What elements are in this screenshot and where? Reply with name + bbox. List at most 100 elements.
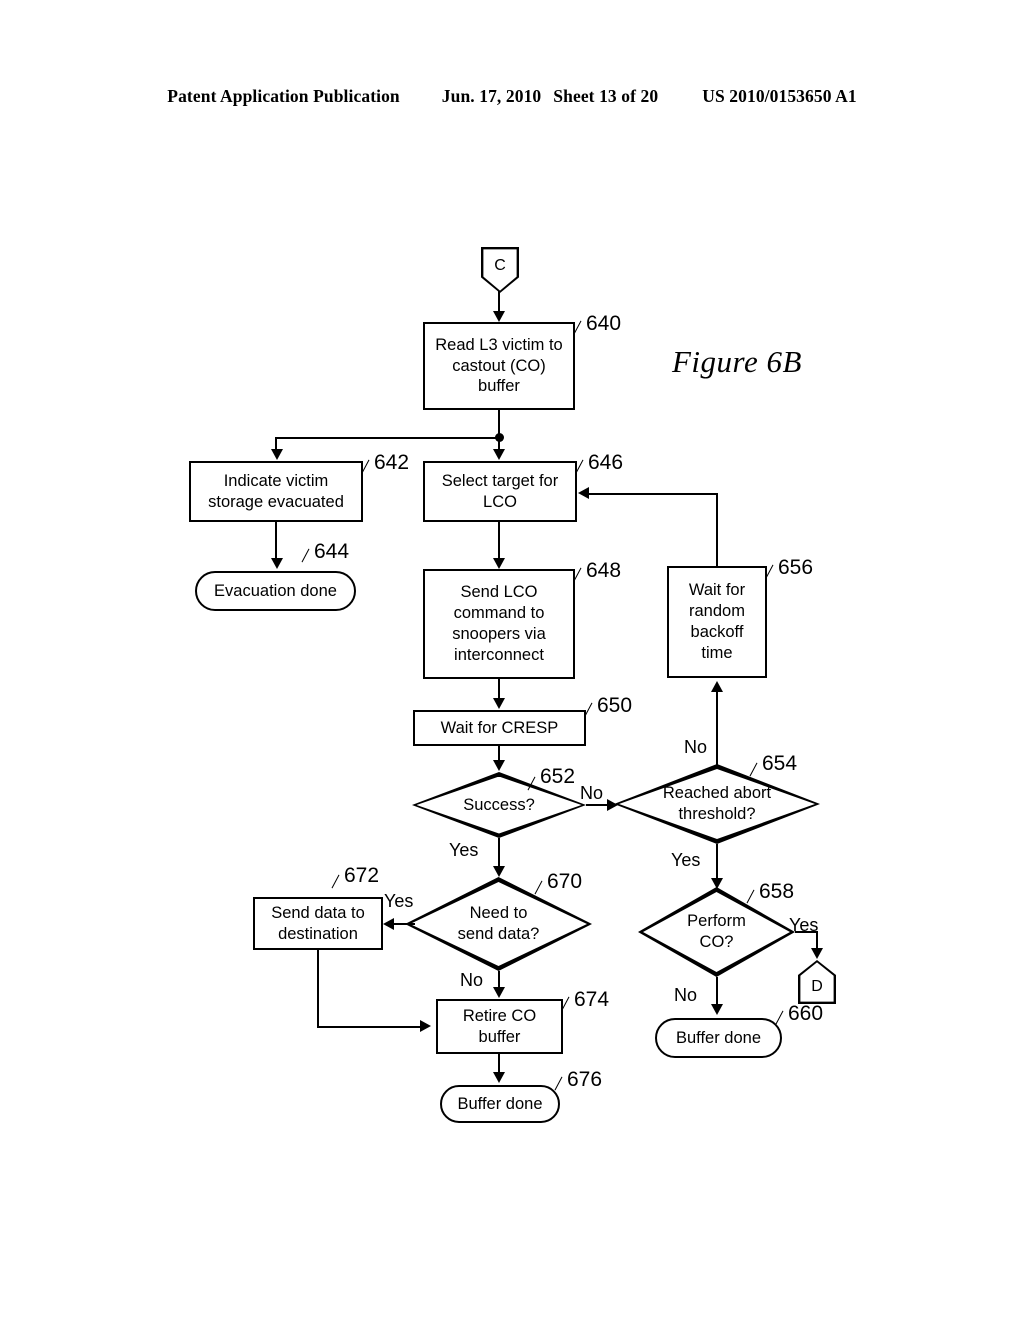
edge-656-to-646-arrow xyxy=(578,487,589,499)
node-644-evacuation-done: Evacuation done xyxy=(195,571,356,611)
node-650-label: Wait for CRESP xyxy=(440,718,559,737)
node-640-line-3: buffer xyxy=(478,377,520,396)
edge-c-to-640-line xyxy=(498,291,501,313)
page-header: Patent Application Publication Jun. 17, 2… xyxy=(0,86,1024,107)
node-660-label: Buffer done xyxy=(675,1028,761,1047)
edge-674-to-676-arrow xyxy=(492,1072,505,1083)
branch-652-yes-label: Yes xyxy=(449,840,479,860)
edge-646-to-648-line xyxy=(498,522,501,560)
node-672-line-2: destination xyxy=(278,924,358,943)
edge-654-to-656-arrow xyxy=(710,681,723,692)
edge-672-to-674-horizontal xyxy=(317,1025,421,1028)
node-646-line-2: LCO xyxy=(483,492,517,511)
ref-660: 660 xyxy=(788,1002,824,1025)
node-674-line-1: Retire CO xyxy=(462,1006,537,1025)
node-646-label: Select target for LCO xyxy=(438,471,562,513)
node-640-label: Read L3 victim to castout (CO) buffer xyxy=(431,335,566,397)
node-646-line-1: Select target for xyxy=(441,471,559,490)
edge-640-to-642-horizontal xyxy=(275,436,500,439)
node-670-line-2: send data? xyxy=(457,925,540,943)
ref-670: 670 xyxy=(547,870,583,893)
header-patent-number: US 2010/0153650 A1 xyxy=(702,86,857,106)
node-656-line-1: Wait for xyxy=(688,581,746,600)
node-642-indicate-victim-storage-evacuated: Indicate victim storage evacuated xyxy=(189,461,363,522)
connector-d: D xyxy=(798,960,836,1004)
ref-640: 640 xyxy=(586,312,622,335)
edge-658-to-d-arrow xyxy=(810,948,823,959)
node-656-line-4: time xyxy=(701,643,733,662)
node-658-line-1: Perform xyxy=(687,912,746,931)
node-648-line-4: interconnect xyxy=(454,645,544,664)
node-658-line-2: CO? xyxy=(699,933,734,951)
node-648-line-2: command to xyxy=(453,604,545,623)
edge-658-to-660-arrow xyxy=(710,1004,723,1015)
node-650-wait-for-cresp: Wait for CRESP xyxy=(413,710,586,746)
node-648-line-3: snoopers via xyxy=(452,625,546,643)
node-652-label: Success? xyxy=(463,795,535,814)
ref-644: 644 xyxy=(314,540,350,563)
edge-672-to-674-arrow xyxy=(420,1020,431,1032)
branch-670-yes-label: Yes xyxy=(384,891,414,911)
edge-658-to-660-line xyxy=(716,977,719,1006)
edge-642-to-644-line xyxy=(275,522,278,560)
node-654-line-2: threshold? xyxy=(678,805,756,823)
ref-672: 672 xyxy=(344,864,380,887)
node-672-label: Send data to destination xyxy=(267,903,369,945)
node-660-buffer-done: Buffer done xyxy=(655,1018,782,1058)
node-674-retire-co-buffer: Retire CO buffer xyxy=(436,999,563,1054)
node-646-select-target-for-lco: Select target for LCO xyxy=(423,461,577,522)
node-656-line-3: backoff xyxy=(690,623,744,641)
branch-658-no-label: No xyxy=(674,985,698,1005)
ref-652: 652 xyxy=(540,765,576,788)
ref-646: 646 xyxy=(588,451,624,474)
header-sheet: Sheet 13 of 20 xyxy=(553,86,659,106)
node-656-line-2: random xyxy=(689,602,745,621)
edge-670-to-672-line xyxy=(394,922,415,926)
node-658-label: Perform CO? xyxy=(687,911,746,953)
branch-654-no-label: No xyxy=(684,737,708,757)
edge-654-to-658-line xyxy=(716,844,719,882)
edge-658-to-d-horizontal xyxy=(795,931,818,934)
ref-676: 676 xyxy=(567,1068,603,1091)
edge-656-to-646-horizontal xyxy=(589,492,718,495)
edge-c-to-640-arrow xyxy=(492,311,505,322)
edge-670-to-672-arrow xyxy=(383,917,394,930)
edge-654-to-656-line xyxy=(716,690,719,766)
connector-c: C xyxy=(481,247,519,293)
edge-672-to-674-vertical xyxy=(317,950,320,1027)
patent-figure-page: Patent Application Publication Jun. 17, 2… xyxy=(0,0,1024,1320)
header-date: Jun. 17, 2010 xyxy=(441,86,542,106)
header-publication: Patent Application Publication xyxy=(167,86,400,106)
ref-656: 656 xyxy=(778,556,814,579)
node-648-send-lco-command: Send LCO command to snoopers via interco… xyxy=(423,569,575,679)
node-676-label: Buffer done xyxy=(457,1094,543,1113)
node-656-wait-for-random-backoff: Wait for random backoff time xyxy=(667,566,767,678)
connector-d-label: D xyxy=(811,977,823,995)
node-674-label: Retire CO buffer xyxy=(459,1006,540,1048)
ref-658: 658 xyxy=(759,880,795,903)
node-640-line-2: castout (CO) xyxy=(452,356,546,375)
node-642-line-2: storage evacuated xyxy=(208,492,344,511)
node-654-line-1: Reached abort xyxy=(662,784,772,803)
node-648-line-1: Send LCO xyxy=(460,583,538,602)
ref-648: 648 xyxy=(586,559,622,582)
edge-652-to-654-line xyxy=(586,803,609,807)
node-676-buffer-done: Buffer done xyxy=(440,1085,560,1123)
node-672-send-data-to-destination: Send data to destination xyxy=(253,897,383,950)
edge-674-to-676-line xyxy=(498,1054,501,1074)
figure-caption: Figure 6B xyxy=(672,344,802,379)
node-640-read-l3-victim: Read L3 victim to castout (CO) buffer xyxy=(423,322,575,410)
node-674-line-2: buffer xyxy=(478,1027,521,1046)
node-670-label: Need to send data? xyxy=(458,903,540,945)
node-648-label: Send LCO command to snoopers via interco… xyxy=(448,582,550,665)
node-654-reached-abort-threshold-decision: Reached abort threshold? xyxy=(614,764,820,844)
edge-670-to-674-arrow xyxy=(492,987,505,998)
edge-652-to-670-arrow xyxy=(492,866,505,877)
node-642-label: Indicate victim storage evacuated xyxy=(204,471,348,513)
node-644-label: Evacuation done xyxy=(214,581,337,600)
connector-c-label: C xyxy=(494,257,506,274)
branch-670-no-label: No xyxy=(460,970,484,990)
node-642-line-1: Indicate victim xyxy=(223,471,329,490)
edge-650-to-652-arrow xyxy=(492,760,505,771)
node-670-line-1: Need to xyxy=(469,904,528,923)
